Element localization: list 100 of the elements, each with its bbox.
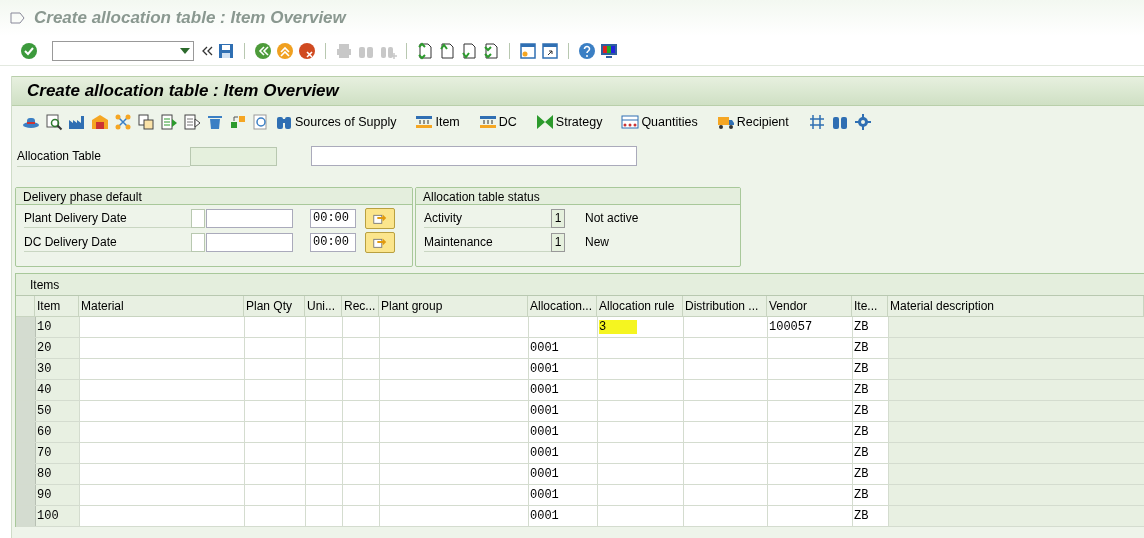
table-cell[interactable] <box>245 485 306 505</box>
table-cell[interactable] <box>245 401 306 421</box>
table-cell[interactable] <box>343 338 380 358</box>
last-page-icon[interactable] <box>482 41 500 60</box>
table-cell[interactable] <box>245 380 306 400</box>
column-header[interactable]: Uni... <box>305 296 342 316</box>
warehouse-icon[interactable] <box>91 113 109 131</box>
table-cell[interactable]: ZB <box>853 422 889 442</box>
table-cell[interactable] <box>598 464 684 484</box>
column-header[interactable]: Plan Qty <box>244 296 305 316</box>
column-header[interactable]: Plant group <box>379 296 528 316</box>
table-cell[interactable]: 80 <box>36 464 80 484</box>
table-cell[interactable] <box>889 380 1144 400</box>
date-field[interactable] <box>206 208 293 228</box>
time-field[interactable]: 00:00 <box>310 232 356 252</box>
row-selector[interactable] <box>16 317 36 337</box>
table-cell[interactable] <box>306 485 343 505</box>
table-cell[interactable] <box>245 338 306 358</box>
row-selector[interactable] <box>16 506 36 526</box>
table-cell[interactable]: 0001 <box>529 443 598 463</box>
table-cell[interactable]: 10 <box>36 317 80 337</box>
command-field[interactable] <box>52 40 194 61</box>
table-cell[interactable] <box>768 359 853 379</box>
table-cell[interactable] <box>768 506 853 526</box>
date-field[interactable] <box>206 232 293 252</box>
table-cell[interactable] <box>306 464 343 484</box>
table-cell[interactable] <box>306 422 343 442</box>
previous-page-icon[interactable] <box>438 41 456 60</box>
trash-icon[interactable] <box>206 113 224 131</box>
table-cell[interactable]: 100 <box>36 506 80 526</box>
table-cell[interactable] <box>380 338 529 358</box>
column-header[interactable]: Vendor <box>767 296 852 316</box>
toolbar-button[interactable]: Item <box>415 112 460 132</box>
first-page-icon[interactable] <box>416 41 434 60</box>
table-cell[interactable] <box>380 380 529 400</box>
toolbar-button[interactable]: Sources of Supply <box>275 112 397 132</box>
shortcut-icon[interactable] <box>541 41 559 60</box>
table-cell[interactable] <box>306 338 343 358</box>
table-cell[interactable] <box>80 506 245 526</box>
column-header[interactable]: Allocation... <box>528 296 597 316</box>
table-cell[interactable]: 0001 <box>529 359 598 379</box>
table-cell[interactable] <box>684 380 768 400</box>
table-cell[interactable] <box>684 422 768 442</box>
column-header[interactable]: Material <box>79 296 244 316</box>
table-cell[interactable]: 40 <box>36 380 80 400</box>
table-cell[interactable] <box>889 464 1144 484</box>
table-cell[interactable]: 90 <box>36 485 80 505</box>
table-cell[interactable] <box>598 443 684 463</box>
table-cell[interactable] <box>684 317 768 337</box>
time-field[interactable]: 00:00 <box>310 208 356 228</box>
table-cell[interactable] <box>768 422 853 442</box>
table-cell[interactable] <box>598 485 684 505</box>
grid-lines-icon[interactable] <box>807 113 826 131</box>
table-cell[interactable]: 30 <box>36 359 80 379</box>
table-cell[interactable]: ZB <box>853 443 889 463</box>
description-field[interactable] <box>311 146 637 166</box>
table-cell[interactable] <box>684 359 768 379</box>
table-cell[interactable] <box>343 506 380 526</box>
table-cell[interactable] <box>380 443 529 463</box>
table-cell[interactable] <box>306 380 343 400</box>
table-cell[interactable] <box>889 422 1144 442</box>
exit-icon[interactable] <box>10 11 26 25</box>
table-cell[interactable]: 0001 <box>529 485 598 505</box>
table-cell[interactable] <box>306 443 343 463</box>
table-cell[interactable]: 0001 <box>529 464 598 484</box>
table-cell[interactable]: 0001 <box>529 401 598 421</box>
toolbar-button[interactable]: Recipient <box>716 112 789 132</box>
table-cell[interactable] <box>889 338 1144 358</box>
next-page-icon[interactable] <box>460 41 478 60</box>
table-cell[interactable]: 50 <box>36 401 80 421</box>
table-cell[interactable] <box>245 464 306 484</box>
checkbox[interactable] <box>191 208 205 228</box>
monitor-icon[interactable] <box>600 41 618 60</box>
table-cell[interactable]: 70 <box>36 443 80 463</box>
table-cell[interactable] <box>80 422 245 442</box>
table-cell[interactable] <box>380 359 529 379</box>
table-cell[interactable] <box>684 485 768 505</box>
table-cell[interactable] <box>80 485 245 505</box>
table-cell[interactable] <box>889 506 1144 526</box>
copy-icon[interactable] <box>137 113 155 131</box>
table-cell[interactable] <box>80 443 245 463</box>
table-cell[interactable] <box>245 506 306 526</box>
table-cell[interactable] <box>380 401 529 421</box>
help-icon[interactable] <box>578 41 596 60</box>
transfer-button[interactable] <box>365 207 395 229</box>
table-cell[interactable] <box>306 359 343 379</box>
table-cell[interactable]: 100057 <box>768 317 853 337</box>
table-cell[interactable] <box>245 422 306 442</box>
table-cell[interactable] <box>598 422 684 442</box>
table-cell[interactable]: ZB <box>853 317 889 337</box>
column-header[interactable]: Material description <box>888 296 1144 316</box>
table-cell[interactable]: ZB <box>853 485 889 505</box>
table-cell[interactable] <box>380 485 529 505</box>
table-cell[interactable] <box>768 464 853 484</box>
column-header[interactable]: Distribution ... <box>683 296 767 316</box>
table-cell[interactable] <box>80 380 245 400</box>
table-cell[interactable] <box>684 506 768 526</box>
table-cell[interactable] <box>80 338 245 358</box>
table-cell[interactable] <box>889 443 1144 463</box>
table-cell[interactable] <box>80 317 245 337</box>
